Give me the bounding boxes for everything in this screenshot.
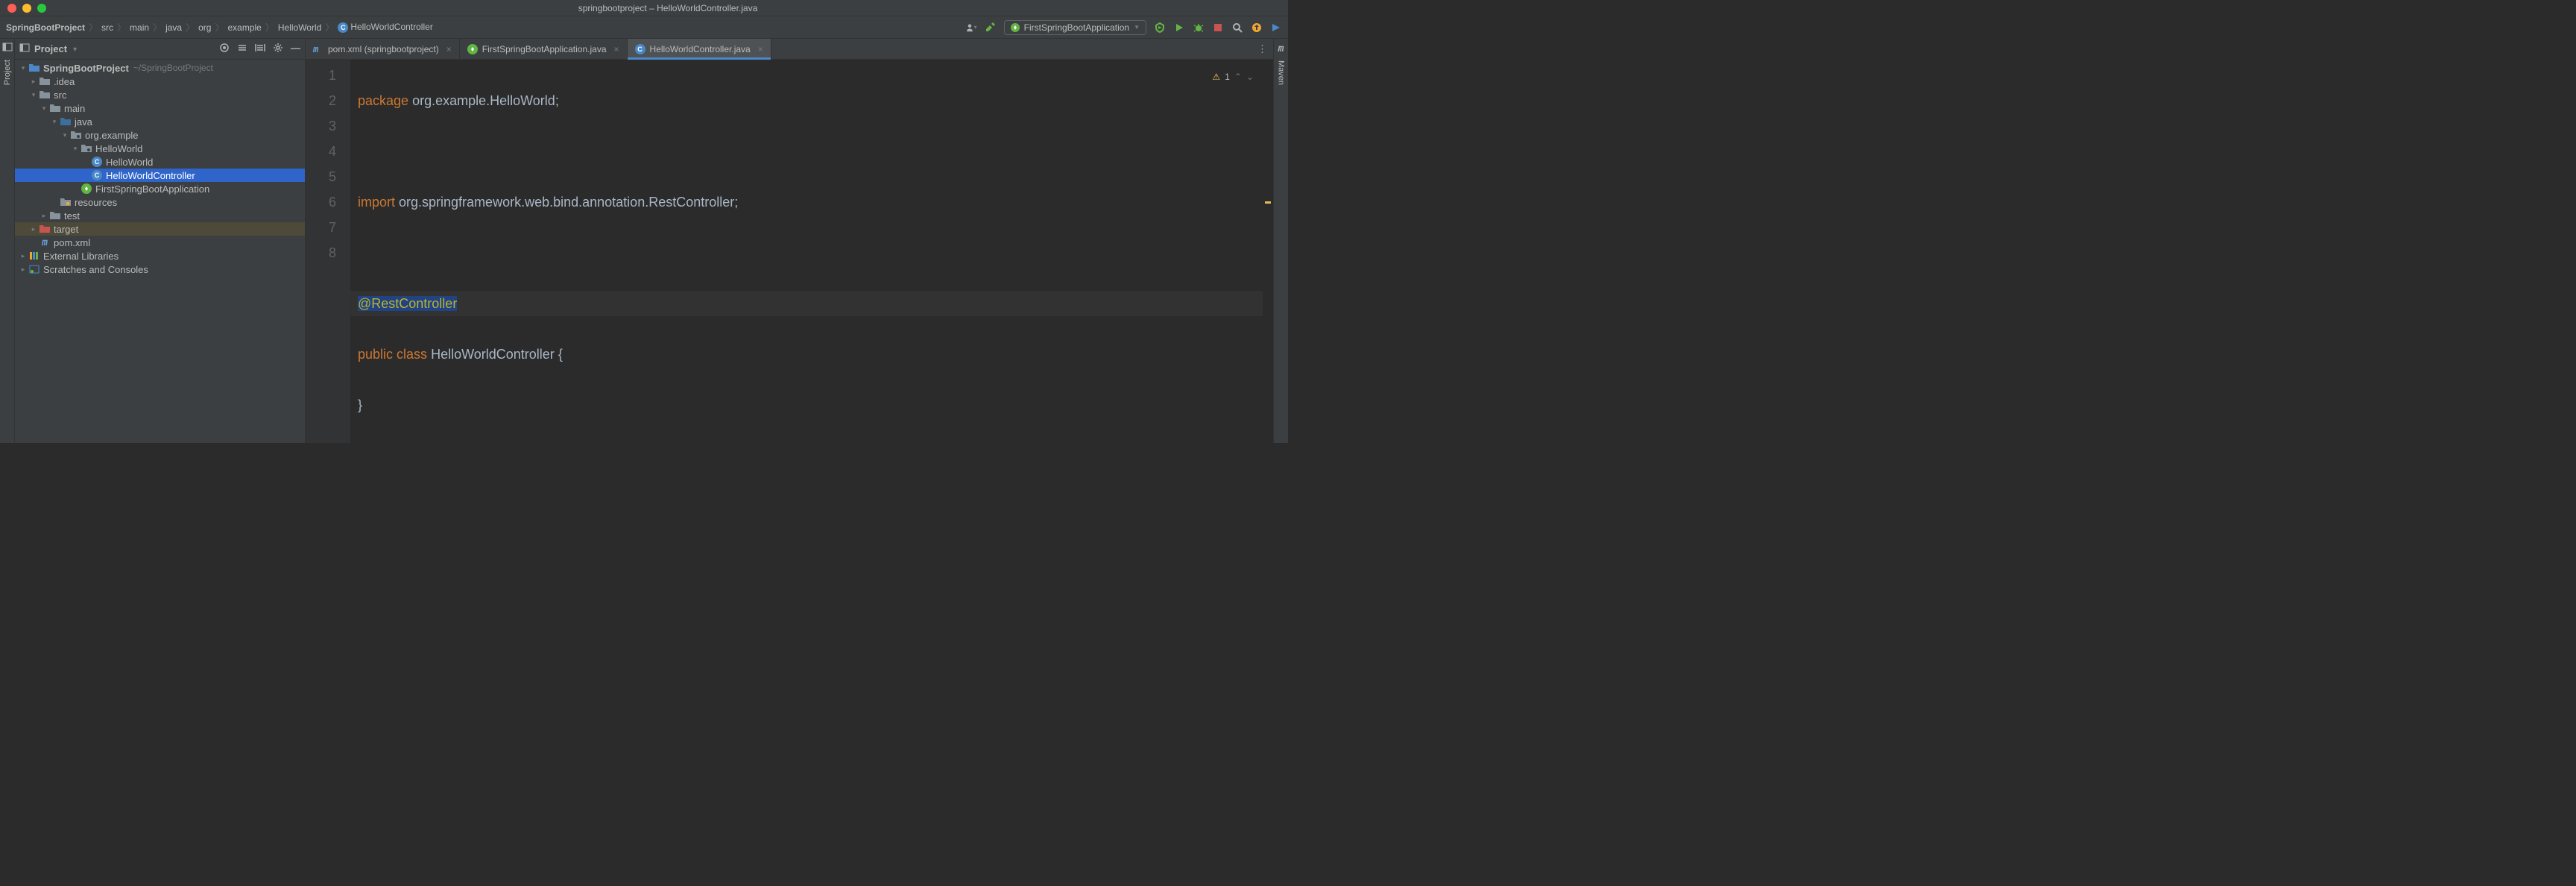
line-number: 4	[306, 139, 336, 164]
tree-resources[interactable]: resources	[15, 195, 305, 209]
tab-controller[interactable]: C HelloWorldController.java ×	[628, 39, 771, 59]
tab-label: HelloWorldController.java	[650, 44, 751, 54]
project-tool-button[interactable]: Project	[3, 55, 12, 89]
breadcrumb-controller[interactable]: CHelloWorldController	[338, 22, 432, 33]
inspections-widget[interactable]: ⚠ 1 ⌃ ⌄	[1212, 64, 1254, 89]
line-number: 7	[306, 215, 336, 240]
tab-label: FirstSpringBootApplication.java	[482, 44, 607, 54]
line-number: 3	[306, 113, 336, 139]
library-icon	[28, 251, 40, 260]
tree-hw-package[interactable]: HelloWorld	[15, 142, 305, 155]
titlebar: springbootproject – HelloWorldController…	[0, 0, 1288, 16]
project-view-icon	[19, 43, 30, 55]
class-icon: C	[92, 170, 102, 180]
class-icon: C	[338, 22, 348, 33]
tab-pom[interactable]: m pom.xml (springbootproject) ×	[306, 39, 460, 59]
right-tool-window-bar: m Maven	[1273, 39, 1288, 443]
maven-file-icon: m	[313, 44, 323, 54]
tab-label: pom.xml (springbootproject)	[328, 44, 439, 54]
minimize-window-icon[interactable]	[22, 4, 31, 13]
tree-package[interactable]: org.example	[15, 128, 305, 142]
breadcrumb: SpringBootProject〉 src〉 main〉 java〉 org〉…	[6, 21, 433, 34]
build-hammer-icon[interactable]	[985, 22, 997, 34]
breadcrumb-src[interactable]: src	[101, 22, 113, 33]
breadcrumb-java[interactable]: java	[165, 22, 182, 33]
class-icon: C	[92, 157, 102, 167]
tab-app[interactable]: FirstSpringBootApplication.java ×	[460, 39, 628, 59]
collapse-all-icon[interactable]	[255, 43, 265, 55]
window-title: springbootproject – HelloWorldController…	[55, 3, 1281, 13]
chevron-down-icon[interactable]: ▼	[72, 45, 78, 53]
breadcrumb-example[interactable]: example	[227, 22, 261, 33]
user-icon[interactable]: ▾	[965, 22, 977, 34]
project-sidebar: Project ▼ — SpringBootProject~/SpringBoo…	[15, 39, 306, 443]
maximize-window-icon[interactable]	[37, 4, 46, 13]
warning-icon: ⚠	[1212, 64, 1220, 89]
maven-file-icon: m	[42, 237, 48, 248]
run-with-coverage-icon[interactable]	[1154, 22, 1166, 34]
maven-tool-button[interactable]: Maven	[1277, 56, 1286, 89]
line-number: 6	[306, 189, 336, 215]
tree-main[interactable]: main	[15, 101, 305, 115]
stop-icon[interactable]	[1212, 22, 1224, 34]
tree-hw-class[interactable]: CHelloWorld	[15, 155, 305, 169]
gear-icon[interactable]	[273, 43, 283, 55]
class-icon: C	[635, 44, 645, 54]
tree-test[interactable]: test	[15, 209, 305, 222]
tree-pom[interactable]: mpom.xml	[15, 236, 305, 249]
editor-area: m pom.xml (springbootproject) × FirstSpr…	[306, 39, 1273, 443]
select-opened-file-icon[interactable]	[219, 43, 230, 55]
navigation-bar: SpringBootProject〉 src〉 main〉 java〉 org〉…	[0, 16, 1288, 39]
error-stripe[interactable]	[1263, 60, 1273, 443]
code-editor[interactable]: package org.example.HelloWorld; import o…	[350, 60, 1263, 443]
line-number: 5	[306, 164, 336, 189]
ide-scripting-icon[interactable]	[1270, 22, 1282, 34]
run-configuration-selector[interactable]: FirstSpringBootApplication ▼	[1004, 20, 1146, 35]
tree-root[interactable]: SpringBootProject~/SpringBootProject	[15, 61, 305, 75]
close-window-icon[interactable]	[7, 4, 16, 13]
tree-target[interactable]: target	[15, 222, 305, 236]
spring-boot-class-icon	[467, 44, 478, 54]
tree-idea[interactable]: .idea	[15, 75, 305, 88]
chevron-down-icon[interactable]: ⌄	[1246, 64, 1254, 89]
line-gutter[interactable]: 1 2 3 4 5 6 7 8	[306, 60, 350, 443]
debug-icon[interactable]	[1193, 22, 1205, 34]
update-icon[interactable]	[1251, 22, 1263, 34]
close-tab-icon[interactable]: ×	[614, 44, 619, 54]
spring-boot-icon	[1011, 23, 1020, 32]
breadcrumb-project[interactable]: SpringBootProject	[6, 22, 85, 33]
close-tab-icon[interactable]: ×	[446, 44, 452, 54]
chevron-up-icon[interactable]: ⌃	[1234, 64, 1242, 89]
project-tool-icon[interactable]	[2, 42, 13, 52]
run-icon[interactable]	[1173, 22, 1185, 34]
maven-tool-icon[interactable]: m	[1278, 43, 1284, 54]
project-tool-title[interactable]: Project	[34, 43, 67, 54]
hide-icon[interactable]: —	[291, 43, 300, 55]
tree-hw-controller[interactable]: CHelloWorldController	[15, 169, 305, 182]
project-tool-header: Project ▼ —	[15, 39, 305, 60]
breadcrumb-main[interactable]: main	[130, 22, 149, 33]
search-icon[interactable]	[1231, 22, 1243, 34]
tab-actions-icon[interactable]: ⋮	[1257, 43, 1267, 55]
scratch-icon	[28, 265, 40, 274]
warning-count: 1	[1225, 64, 1230, 89]
run-config-label: FirstSpringBootApplication	[1024, 22, 1129, 33]
tree-src[interactable]: src	[15, 88, 305, 101]
line-number: 1	[306, 63, 336, 88]
project-tree[interactable]: SpringBootProject~/SpringBootProject .id…	[15, 60, 305, 443]
line-number: 8	[306, 240, 336, 266]
expand-all-icon[interactable]	[237, 43, 247, 55]
tree-java[interactable]: java	[15, 115, 305, 128]
warning-marker[interactable]	[1265, 201, 1271, 204]
line-number: 2	[306, 88, 336, 113]
tree-scratches[interactable]: Scratches and Consoles	[15, 263, 305, 276]
breadcrumb-org[interactable]: org	[198, 22, 211, 33]
editor-tabs: m pom.xml (springbootproject) × FirstSpr…	[306, 39, 1273, 60]
left-tool-window-bar: Project	[0, 39, 15, 443]
tree-app-class[interactable]: FirstSpringBootApplication	[15, 182, 305, 195]
spring-boot-class-icon	[81, 183, 92, 194]
close-tab-icon[interactable]: ×	[758, 44, 763, 54]
tree-external-libs[interactable]: External Libraries	[15, 249, 305, 263]
breadcrumb-helloworld[interactable]: HelloWorld	[278, 22, 321, 33]
